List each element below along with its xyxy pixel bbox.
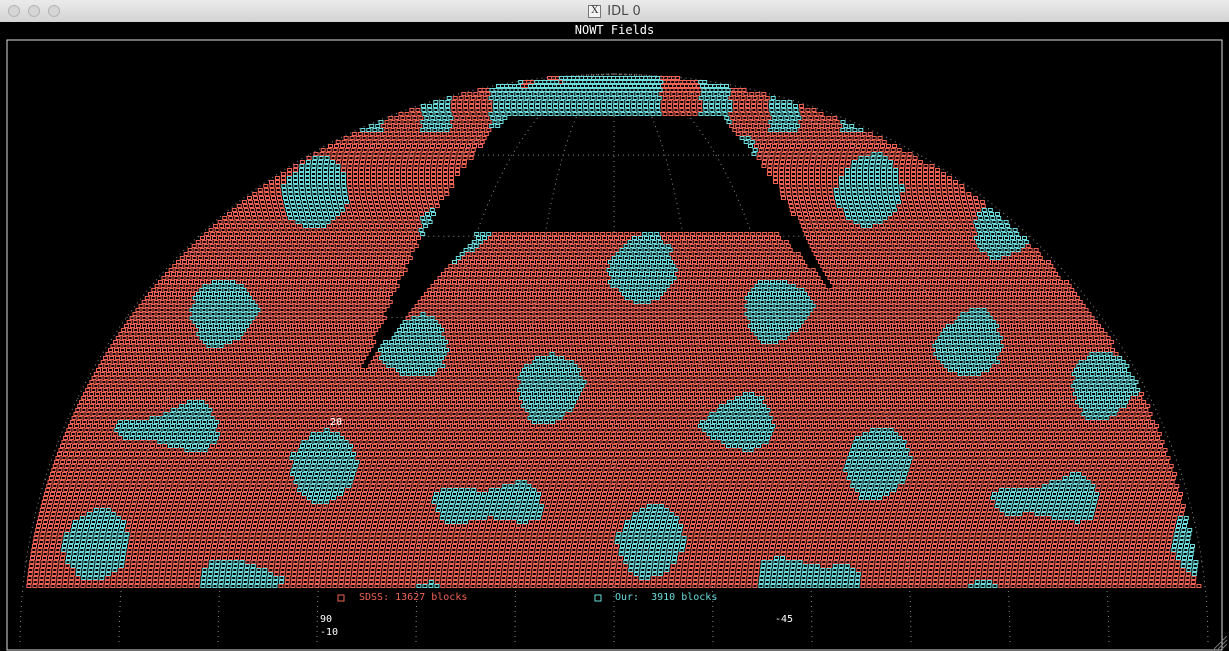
field-blocks — [26, 76, 1202, 588]
legend-marker-our — [594, 594, 602, 602]
legend-label-our: Our: 3910 blocks — [615, 592, 717, 603]
window-title: IDL 0 — [607, 3, 641, 19]
legend-marker-sdss — [337, 594, 345, 602]
tick-label-lon90: 90 — [320, 614, 332, 625]
tick-label-lat20: 20 — [330, 417, 342, 428]
title-bar[interactable]: X IDL 0 — [0, 0, 1229, 23]
x11-app-icon: X — [588, 4, 602, 18]
sky-map-chart: SDSS: 13627 blocks Our: 3910 blocks 20 9… — [6, 39, 1228, 651]
plot-area: NOWT Fields SDSS: 13627 blocks Our: 3910… — [0, 22, 1229, 651]
tick-label-lon-45: -45 — [775, 614, 793, 625]
tick-label-lat-10: -10 — [320, 627, 338, 638]
resize-grip[interactable] — [1213, 635, 1228, 650]
legend: SDSS: 13627 blocks Our: 3910 blocks — [337, 592, 717, 603]
legend-label-sdss: SDSS: 13627 blocks — [359, 592, 467, 603]
idl-window: X IDL 0 NOWT Fields SDSS: 13627 blocks O… — [0, 0, 1229, 651]
window-title-group: X IDL 0 — [0, 0, 1229, 22]
